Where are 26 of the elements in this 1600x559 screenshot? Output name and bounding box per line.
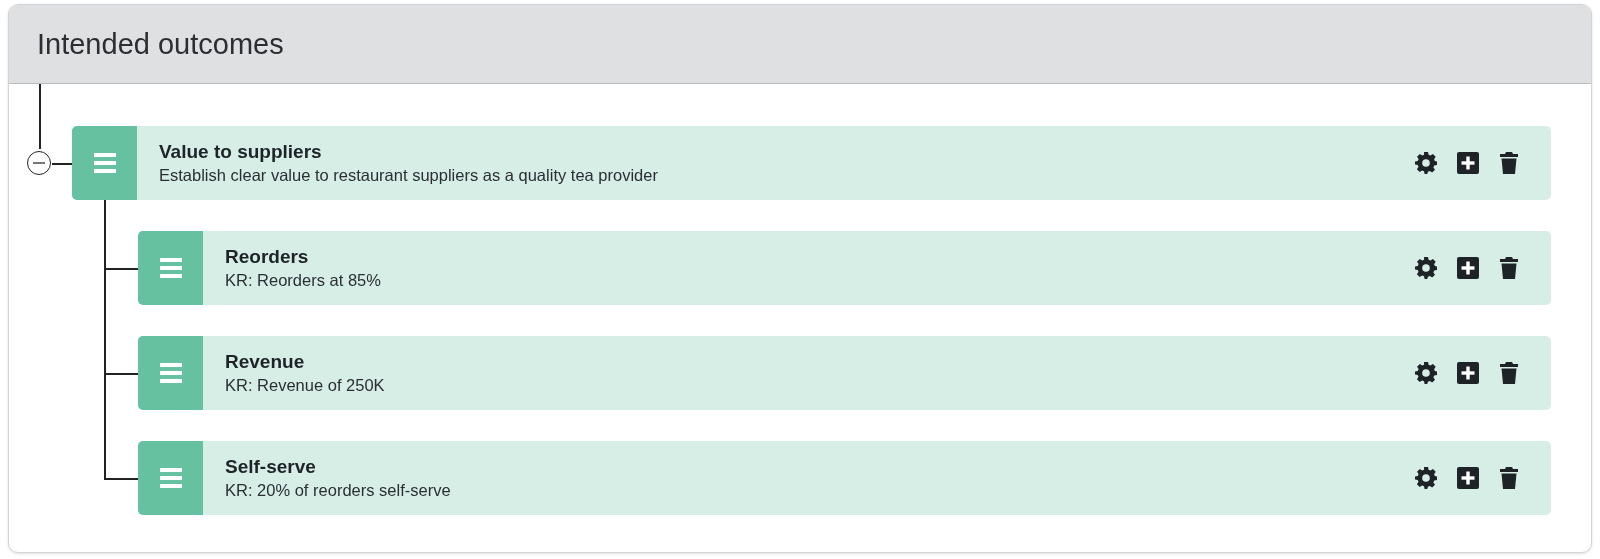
card-title: Self-serve	[225, 456, 317, 478]
settings-icon[interactable]	[1415, 257, 1437, 279]
card-title: Value to suppliers	[159, 141, 323, 163]
add-icon[interactable]	[1457, 257, 1479, 279]
delete-icon[interactable]	[1499, 152, 1519, 174]
add-icon[interactable]	[1457, 467, 1479, 489]
card-title: Revenue	[225, 351, 306, 373]
card-description: Establish clear value to restaurant suppliers as a quality tea provider	[159, 166, 659, 185]
card-description: KR: Revenue of 250K	[225, 376, 386, 395]
drag-handle[interactable]	[138, 441, 203, 515]
add-icon[interactable]	[1457, 362, 1479, 384]
card-description: KR: Reorders at 85%	[225, 271, 382, 290]
delete-icon[interactable]	[1499, 362, 1519, 384]
add-icon[interactable]	[1457, 152, 1479, 174]
settings-icon[interactable]	[1415, 152, 1437, 174]
collapse-toggle[interactable]	[27, 151, 51, 175]
settings-icon[interactable]	[1415, 362, 1437, 384]
drag-handle[interactable]	[138, 336, 203, 410]
delete-icon[interactable]	[1499, 257, 1519, 279]
panel-title: Intended outcomes	[37, 27, 284, 61]
card-description: KR: 20% of reorders self-serve	[225, 481, 452, 500]
card-title: Reorders	[225, 246, 310, 268]
settings-icon[interactable]	[1415, 467, 1437, 489]
delete-icon[interactable]	[1499, 467, 1519, 489]
drag-handle[interactable]	[72, 126, 137, 200]
drag-handle[interactable]	[138, 231, 203, 305]
